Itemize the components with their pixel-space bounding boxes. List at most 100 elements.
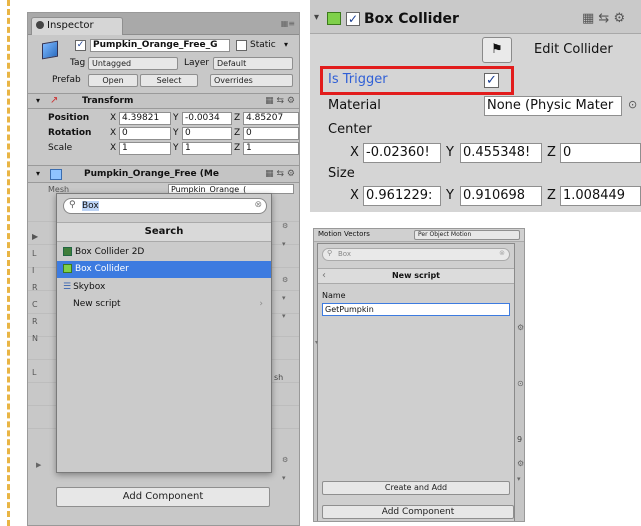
search-icon: ⚲: [327, 249, 333, 257]
mesh-filter-header[interactable]: ▾ Pumpkin_Orange_Free (Me ▦ ⇆ ⚙: [28, 165, 299, 183]
new-script-panel: Motion Vectors Per Object Motion ⚲ Box ⊗…: [313, 228, 525, 522]
center-z-field[interactable]: 0: [560, 143, 641, 163]
background-expand-arrow: ▶: [36, 461, 42, 469]
background-gear-icon-2: ⚙: [517, 459, 525, 468]
box-collider-2d-icon: [63, 247, 72, 256]
background-right-controls: ⚙ ▾ ⚙ ▾ ▾ ⚙ ▾: [282, 222, 289, 482]
prefab-label: Prefab: [52, 75, 81, 85]
position-z-field[interactable]: 4.85207: [243, 112, 299, 125]
skybox-icon: ☰: [63, 282, 72, 292]
chevron-right-icon: ›: [259, 299, 263, 309]
motion-vectors-dropdown[interactable]: Per Object Motion: [414, 230, 520, 240]
static-dropdown-icon[interactable]: ▾: [284, 40, 288, 49]
pos-z-axis: Z: [234, 113, 241, 123]
component-settings-icon[interactable]: ▦ ⇆ ⚙: [265, 96, 295, 106]
add-component-button[interactable]: Add Component: [322, 505, 514, 519]
background-target-icon: ⊙: [517, 379, 524, 388]
prefab-overrides-button[interactable]: Overrides: [210, 74, 293, 87]
rotation-label: Rotation: [48, 128, 92, 138]
dashed-border: [7, 0, 10, 526]
result-label: New script: [73, 299, 121, 309]
popup-title: Search: [144, 226, 184, 237]
result-skybox[interactable]: ☰ Skybox: [57, 279, 271, 295]
panel-menu-icon[interactable]: ▦≡: [281, 19, 295, 28]
popup-search-text: Box: [82, 201, 99, 211]
tag-label: Tag: [70, 58, 86, 68]
pos-y-axis: Y: [173, 113, 179, 123]
center-y-field[interactable]: 0.455348!: [460, 143, 542, 163]
is-trigger-checkbox[interactable]: ✓: [484, 73, 499, 88]
center-z-axis: Z: [547, 145, 556, 160]
box-collider-icon: [63, 264, 72, 273]
script-name-input[interactable]: GetPumpkin: [322, 303, 510, 316]
material-field[interactable]: None (Physic Mater: [484, 96, 622, 116]
position-x-field[interactable]: 4.39821: [119, 112, 171, 125]
result-label: Box Collider 2D: [75, 247, 145, 257]
prefab-select-button[interactable]: Select: [140, 74, 198, 87]
scale-z-field[interactable]: 1: [243, 142, 299, 155]
background-foldout-icon: ▾: [315, 339, 319, 346]
cube-icon: [42, 40, 58, 60]
size-x-field[interactable]: 0.961229:: [363, 186, 441, 206]
prefab-open-button[interactable]: Open: [88, 74, 138, 87]
foldout-arrow-icon[interactable]: ▾: [314, 12, 319, 23]
layer-dropdown[interactable]: Default: [213, 57, 293, 70]
rotation-y-field[interactable]: 0: [182, 127, 232, 140]
search-icon: ⚲: [69, 200, 76, 210]
rotation-x-field[interactable]: 0: [119, 127, 171, 140]
scale-y-field[interactable]: 1: [182, 142, 232, 155]
popup-search-box[interactable]: ⚲ Box ⊗: [63, 198, 267, 214]
background-side-number: 9: [517, 435, 523, 444]
box-collider-icon: [327, 12, 341, 25]
position-label: Position: [48, 113, 90, 123]
position-y-field[interactable]: -0.0034: [182, 112, 232, 125]
result-label: Box Collider: [75, 264, 129, 274]
box-collider-panel: ▾ ✓ Box Collider ▦ ⇆ ⚙ ⚑ Edit Collider I…: [310, 0, 641, 212]
result-box-collider[interactable]: Box Collider: [57, 261, 271, 278]
static-checkbox[interactable]: [236, 40, 247, 51]
center-y-axis: Y: [446, 145, 454, 160]
clear-search-icon[interactable]: ⊗: [499, 249, 505, 257]
add-component-popup: ⚲ Box ⊗ Search Box Collider 2D Box Colli…: [56, 193, 272, 473]
rotation-z-field[interactable]: 0: [243, 127, 299, 140]
layer-label: Layer: [184, 58, 210, 68]
center-x-axis: X: [350, 145, 359, 160]
enabled-checkbox[interactable]: ✓: [346, 12, 360, 26]
object-name-field[interactable]: Pumpkin_Orange_Free_G: [90, 39, 230, 52]
result-new-script[interactable]: New script ›: [57, 296, 271, 312]
scale-x-field[interactable]: 1: [119, 142, 171, 155]
center-label: Center: [328, 122, 372, 137]
new-script-popup: ⚲ Box ⊗ ‹ New script Name GetPumpkin Cre…: [317, 243, 515, 521]
transform-icon: ↗: [50, 95, 59, 106]
scale-y-axis: Y: [173, 143, 179, 153]
size-y-axis: Y: [446, 188, 454, 203]
clear-search-icon[interactable]: ⊗: [254, 200, 262, 210]
size-y-field[interactable]: 0.910698: [460, 186, 542, 206]
edit-collider-button[interactable]: ⚑: [482, 37, 512, 63]
component-icons[interactable]: ▦ ⇆ ⚙: [582, 11, 625, 26]
result-box-collider-2d[interactable]: Box Collider 2D: [57, 244, 271, 260]
size-z-axis: Z: [547, 188, 556, 203]
mesh-settings-icon[interactable]: ▦ ⇆ ⚙: [265, 169, 295, 179]
static-label: Static: [250, 40, 276, 50]
create-and-add-button[interactable]: Create and Add: [322, 481, 510, 495]
center-x-field[interactable]: -0.02360!: [363, 143, 441, 163]
add-component-button[interactable]: Add Component: [56, 487, 270, 507]
size-z-field[interactable]: 1.008449: [560, 186, 641, 206]
mesh-icon: [50, 169, 62, 180]
popup-search-box[interactable]: ⚲ Box ⊗: [322, 248, 510, 261]
rot-z-axis: Z: [234, 128, 241, 138]
component-title: Box Collider: [364, 11, 459, 27]
rot-y-axis: Y: [173, 128, 179, 138]
tab-inspector[interactable]: Inspector: [31, 17, 123, 35]
pos-x-axis: X: [110, 113, 117, 123]
new-script-title: New script: [391, 271, 441, 280]
info-icon: [36, 21, 44, 29]
tag-dropdown[interactable]: Untagged: [88, 57, 178, 70]
size-x-axis: X: [350, 188, 359, 203]
motion-vectors-label: Motion Vectors: [318, 230, 370, 238]
transform-header[interactable]: ▾ ↗ Transform ▦ ⇆ ⚙: [28, 93, 299, 109]
edit-bounds-icon: ⚑: [491, 42, 503, 57]
object-picker-icon[interactable]: ⊙: [628, 98, 637, 111]
active-checkbox[interactable]: ✓: [75, 40, 86, 51]
